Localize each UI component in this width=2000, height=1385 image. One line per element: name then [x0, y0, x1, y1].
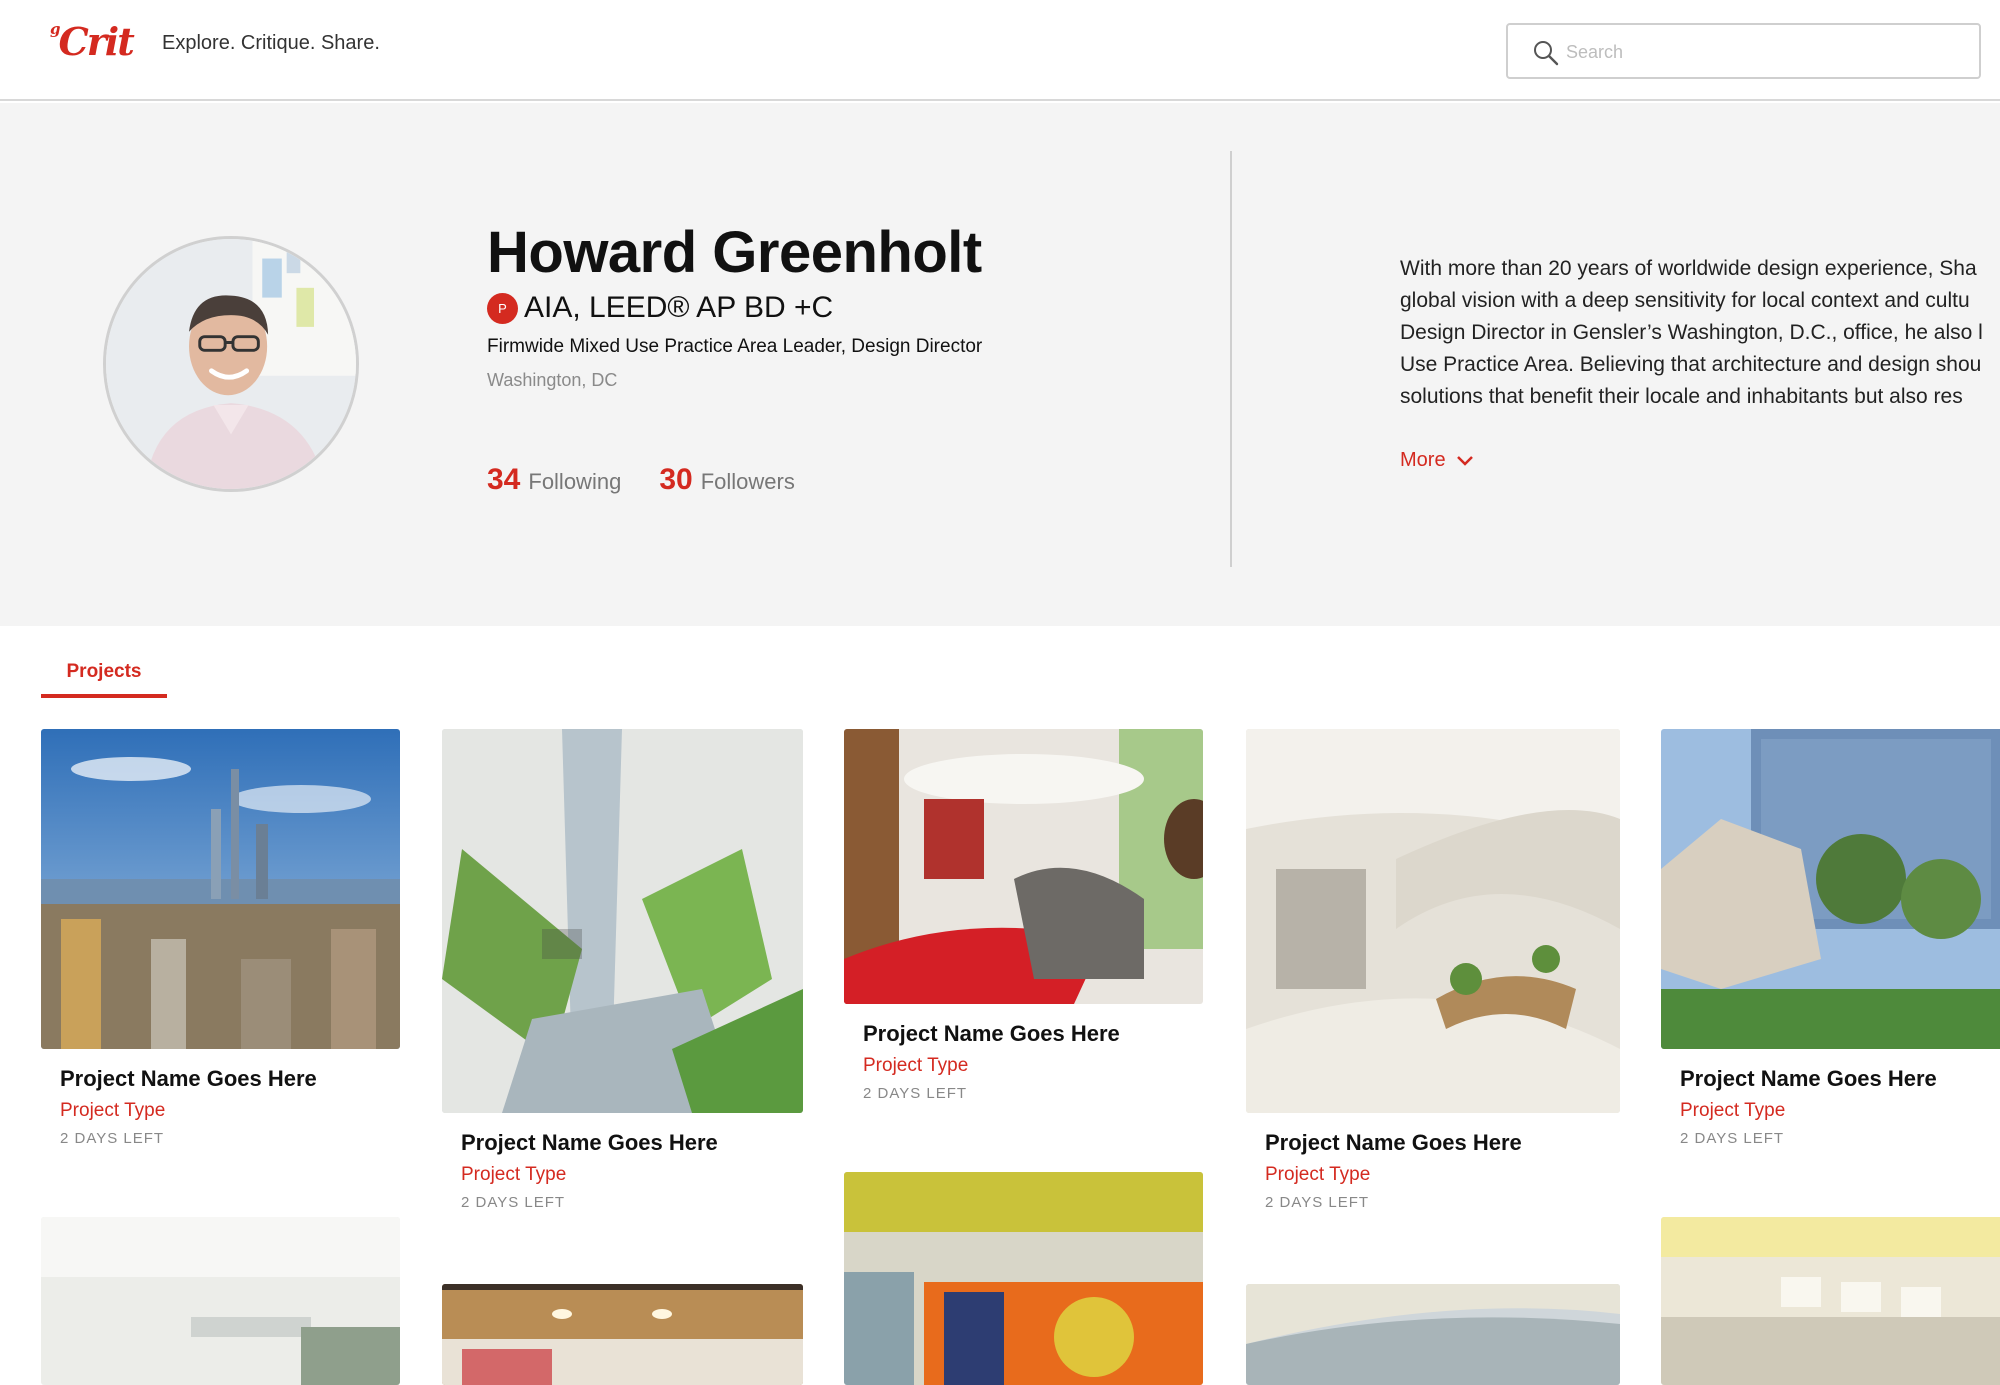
avatar-photo: [106, 239, 356, 489]
crit-logo[interactable]: g Crit: [50, 19, 135, 64]
project-type: Project Type: [1265, 1164, 1371, 1185]
profile-location: Washington, DC: [487, 370, 618, 390]
project-card[interactable]: Project Name Goes Here Project Type 2 DA…: [1246, 729, 1620, 1211]
tab-projects[interactable]: Projects: [41, 652, 167, 698]
followers-count[interactable]: 30: [659, 463, 692, 497]
project-thumbnail[interactable]: [1246, 1284, 1620, 1385]
project-thumbnail[interactable]: [41, 1217, 400, 1385]
project-title[interactable]: Project Name Goes Here: [1661, 1066, 2000, 1092]
project-time-left: 2 DAYS LEFT: [1265, 1194, 1370, 1211]
bio-line: solutions that benefit their locale and …: [1400, 385, 1963, 408]
project-card[interactable]: Project Name Goes Here Project Type 2 DA…: [41, 729, 400, 1147]
project-card[interactable]: Project Name Goes Here Project Type 2 DA…: [442, 729, 803, 1211]
tab-projects-label: Projects: [66, 661, 142, 682]
project-type: Project Type: [863, 1055, 969, 1076]
credentials-text: AIA, LEED® AP BD +C: [524, 291, 834, 324]
project-card[interactable]: [442, 1284, 803, 1385]
profile-avatar: [103, 236, 359, 492]
project-card[interactable]: [1246, 1284, 1620, 1385]
project-thumbnail[interactable]: [844, 729, 1203, 1004]
profile-header: Howard Greenholt P AIA, LEED® AP BD +C F…: [0, 103, 2000, 626]
project-time-left: 2 DAYS LEFT: [1680, 1130, 1785, 1147]
project-card[interactable]: Project Name Goes Here Project Type 2 DA…: [844, 729, 1203, 1099]
project-time-left: 2 DAYS LEFT: [60, 1130, 165, 1147]
search-icon: [1534, 41, 1559, 66]
chevron-down-icon: [1456, 455, 1473, 466]
project-thumbnail[interactable]: [442, 1284, 803, 1385]
project-type: Project Type: [1680, 1100, 1786, 1121]
bio-line: global vision with a deep sensitivity fo…: [1400, 289, 1970, 312]
logo-wordmark: Crit: [58, 19, 135, 64]
project-title[interactable]: Project Name Goes Here: [844, 1021, 1203, 1047]
followers-label[interactable]: Followers: [701, 469, 795, 495]
search-input[interactable]: [1566, 35, 1966, 69]
project-card[interactable]: [41, 1217, 400, 1385]
project-thumbnail[interactable]: [41, 729, 400, 1049]
site-tagline: Explore. Critique. Share.: [162, 32, 380, 54]
project-card[interactable]: [844, 1172, 1203, 1385]
more-label: More: [1400, 449, 1446, 471]
project-type: Project Type: [60, 1100, 166, 1121]
top-navigation-bar: g Crit Explore. Critique. Share.: [0, 0, 2000, 101]
bio-line: Use Practice Area. Believing that archit…: [1400, 353, 1982, 376]
project-thumbnail[interactable]: [442, 729, 803, 1113]
bio-more-button[interactable]: More: [1400, 449, 1474, 472]
profile-credentials: P AIA, LEED® AP BD +C: [487, 291, 833, 325]
project-type: Project Type: [461, 1164, 567, 1185]
project-title[interactable]: Project Name Goes Here: [442, 1130, 803, 1156]
follow-stats: 34 Following 30 Followers: [487, 463, 833, 497]
profile-name: Howard Greenholt: [487, 220, 982, 285]
project-thumbnail[interactable]: [1661, 1217, 2000, 1385]
following-label[interactable]: Following: [528, 469, 621, 495]
project-card[interactable]: Project Name Goes Here Project Type 2 DA…: [1661, 729, 2000, 1147]
project-thumbnail[interactable]: [844, 1172, 1203, 1385]
project-time-left: 2 DAYS LEFT: [461, 1194, 566, 1211]
bio-line: Design Director in Gensler’s Washington,…: [1400, 321, 1983, 344]
project-title[interactable]: Project Name Goes Here: [41, 1066, 400, 1092]
profile-role: Firmwide Mixed Use Practice Area Leader,…: [487, 336, 983, 357]
search-box[interactable]: [1506, 23, 1981, 79]
practice-badge: P: [487, 292, 518, 324]
project-card[interactable]: [1661, 1217, 2000, 1385]
project-thumbnail[interactable]: [1661, 729, 2000, 1049]
project-time-left: 2 DAYS LEFT: [863, 1085, 968, 1099]
profile-bio: With more than 20 years of worldwide des…: [1400, 253, 2000, 413]
project-thumbnail[interactable]: [1246, 729, 1620, 1113]
profile-divider: [1230, 151, 1232, 567]
following-count[interactable]: 34: [487, 463, 520, 497]
project-title[interactable]: Project Name Goes Here: [1246, 1130, 1620, 1156]
bio-line: With more than 20 years of worldwide des…: [1400, 257, 1977, 280]
